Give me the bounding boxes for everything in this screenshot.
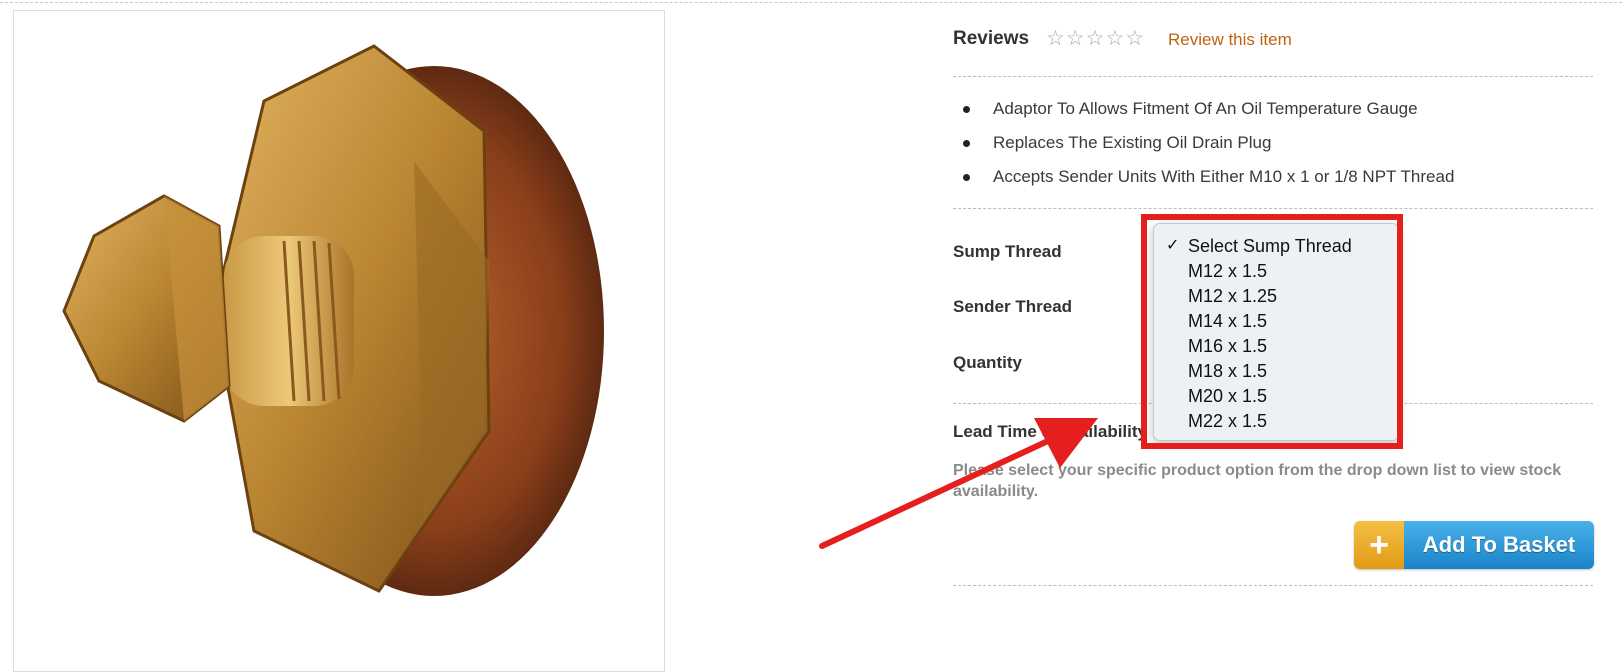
quantity-label: Quantity	[953, 353, 1022, 372]
feature-text: Adaptor To Allows Fitment Of An Oil Temp…	[993, 99, 1418, 118]
feature-list: Adaptor To Allows Fitment Of An Oil Temp…	[953, 97, 1454, 199]
dropdown-option[interactable]: M18 x 1.5	[1188, 359, 1267, 383]
dropdown-option[interactable]: M16 x 1.5	[1188, 334, 1267, 358]
star-empty-icon: ☆	[1085, 27, 1105, 50]
list-item: Replaces The Existing Oil Drain Plug	[953, 131, 1454, 165]
dropdown-option[interactable]: M14 x 1.5	[1188, 309, 1267, 333]
stock-availability-message: Please select your specific product opti…	[953, 462, 1562, 500]
product-image-frame	[13, 10, 665, 672]
sump-thread-label: Sump Thread	[953, 242, 1062, 261]
review-this-item-link[interactable]: Review this item	[1168, 30, 1292, 50]
divider	[953, 585, 1593, 586]
divider	[953, 76, 1593, 77]
dropdown-option[interactable]: M12 x 1.5	[1188, 259, 1267, 283]
star-empty-icon: ☆	[1046, 27, 1065, 50]
star-empty-icon: ☆	[1125, 27, 1145, 50]
plus-icon: +	[1354, 521, 1404, 569]
rating-stars: ☆ ☆ ☆ ☆ ☆	[1046, 27, 1145, 50]
divider	[953, 208, 1593, 209]
star-empty-icon: ☆	[1105, 27, 1125, 50]
star-empty-icon: ☆	[1065, 27, 1085, 50]
list-item: Adaptor To Allows Fitment Of An Oil Temp…	[953, 97, 1454, 131]
sender-thread-label: Sender Thread	[953, 297, 1073, 316]
lead-time-label: Lead Time & Availability	[953, 422, 1147, 441]
sump-thread-dropdown-list[interactable]: ✓ Select Sump Thread M12 x 1.5 M12 x 1.2…	[1153, 223, 1399, 441]
feature-text: Replaces The Existing Oil Drain Plug	[993, 133, 1272, 152]
bullet-icon	[963, 140, 970, 147]
reviews-title: Reviews	[953, 28, 1030, 49]
dropdown-option[interactable]: Select Sump Thread	[1188, 234, 1352, 258]
dropdown-option[interactable]: M20 x 1.5	[1188, 384, 1267, 408]
dropdown-option[interactable]: M12 x 1.25	[1188, 284, 1277, 308]
feature-text: Accepts Sender Units With Either M10 x 1…	[993, 167, 1455, 186]
list-item: Accepts Sender Units With Either M10 x 1…	[953, 165, 1454, 199]
bullet-icon	[963, 174, 970, 181]
dropdown-option[interactable]: M22 x 1.5	[1188, 409, 1267, 433]
bullet-icon	[963, 106, 970, 113]
add-to-basket-button[interactable]: + Add To Basket	[1354, 521, 1594, 569]
add-to-basket-label: Add To Basket	[1404, 521, 1594, 569]
checkmark-icon: ✓	[1166, 237, 1180, 254]
product-image	[62, 44, 604, 596]
